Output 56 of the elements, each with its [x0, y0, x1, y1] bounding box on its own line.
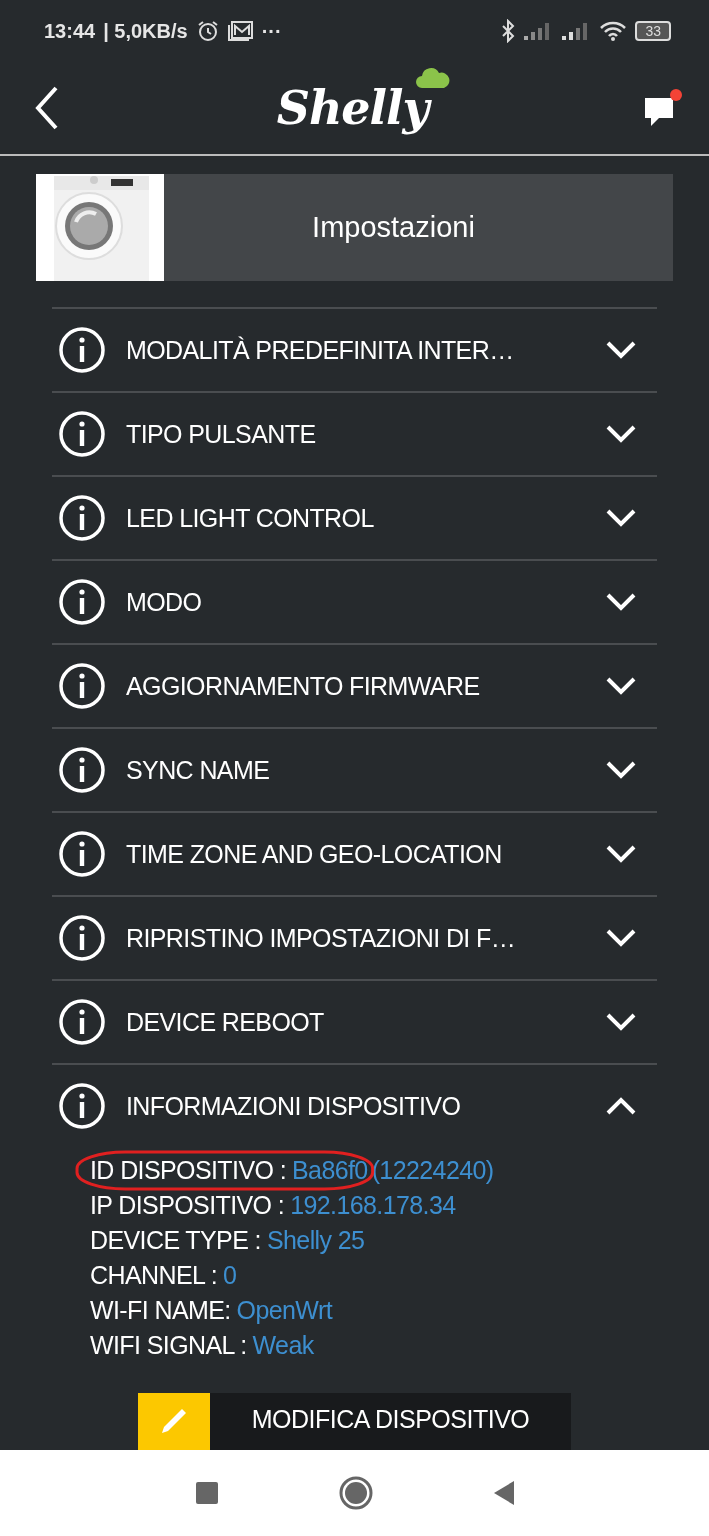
edit-device-button[interactable]: MODIFICA DISPOSITIVO	[138, 1393, 571, 1450]
info-label: ID DISPOSITIVO :	[90, 1155, 286, 1186]
network-speed: | 5,0KB/s	[103, 19, 188, 43]
card-title: Impostazioni	[311, 211, 476, 244]
info-icon	[58, 746, 106, 794]
info-value: OpenWrt	[236, 1295, 332, 1326]
info-value: (12224240)	[371, 1155, 494, 1186]
info-icon	[58, 578, 106, 626]
more-indicator: ···	[261, 19, 282, 43]
info-icon	[58, 830, 106, 878]
info-icon	[58, 326, 106, 374]
home-icon[interactable]	[338, 1476, 373, 1510]
chevron-down-icon	[605, 424, 637, 444]
settings-row[interactable]: RIPRISTINO IMPOSTAZIONI DI F…	[52, 897, 657, 979]
info-label: DEVICE TYPE :	[90, 1225, 261, 1256]
recent-apps-icon[interactable]	[194, 1481, 219, 1505]
battery-indicator: 33	[635, 21, 671, 41]
settings-row[interactable]: AGGIORNAMENTO FIRMWARE	[52, 645, 657, 727]
settings-row[interactable]: TIME ZONE AND GEO-LOCATION	[52, 813, 657, 895]
info-value: 0	[223, 1260, 237, 1291]
info-icon	[58, 914, 106, 962]
mail-icon	[227, 20, 254, 42]
chevron-down-icon	[605, 508, 637, 528]
settings-row[interactable]: INFORMAZIONI DISPOSITIVO	[52, 1065, 657, 1147]
chevron-down-icon	[605, 592, 637, 612]
settings-row[interactable]: MODALITÀ PREDEFINITA INTER…	[52, 309, 657, 391]
info-value: Weak	[252, 1330, 314, 1361]
settings-row[interactable]: MODO	[52, 561, 657, 643]
info-icon	[58, 662, 106, 710]
info-label: CHANNEL :	[90, 1260, 218, 1291]
settings-row[interactable]: LED LIGHT CONTROL	[52, 477, 657, 559]
chevron-down-icon	[605, 760, 637, 780]
settings-row[interactable]: SYNC NAME	[52, 729, 657, 811]
settings-row[interactable]: DEVICE REBOOT	[52, 981, 657, 1063]
status-time: 13:44	[44, 19, 96, 43]
wifi-icon	[599, 20, 628, 42]
info-label: WIFI SIGNAL :	[90, 1330, 247, 1361]
cloud-icon	[416, 67, 451, 89]
chevron-down-icon	[605, 340, 637, 360]
info-value: Shelly 25	[266, 1225, 365, 1256]
chevron-down-icon	[605, 1012, 637, 1032]
info-icon	[58, 410, 106, 458]
info-icon	[58, 998, 106, 1046]
bluetooth-icon	[501, 19, 516, 43]
info-value: Ba86f0	[292, 1155, 368, 1186]
info-icon	[58, 494, 106, 542]
chevron-down-icon	[605, 928, 637, 948]
chevron-up-icon	[605, 1096, 637, 1116]
info-label: WI-FI NAME:	[90, 1295, 231, 1326]
info-icon	[58, 1082, 106, 1130]
info-value: 192.168.178.34	[290, 1190, 456, 1221]
settings-row[interactable]: TIPO PULSANTE	[52, 393, 657, 475]
chevron-down-icon	[605, 844, 637, 864]
info-label: IP DISPOSITIVO :	[90, 1190, 285, 1221]
chevron-down-icon	[605, 676, 637, 696]
chat-icon[interactable]	[643, 88, 683, 128]
